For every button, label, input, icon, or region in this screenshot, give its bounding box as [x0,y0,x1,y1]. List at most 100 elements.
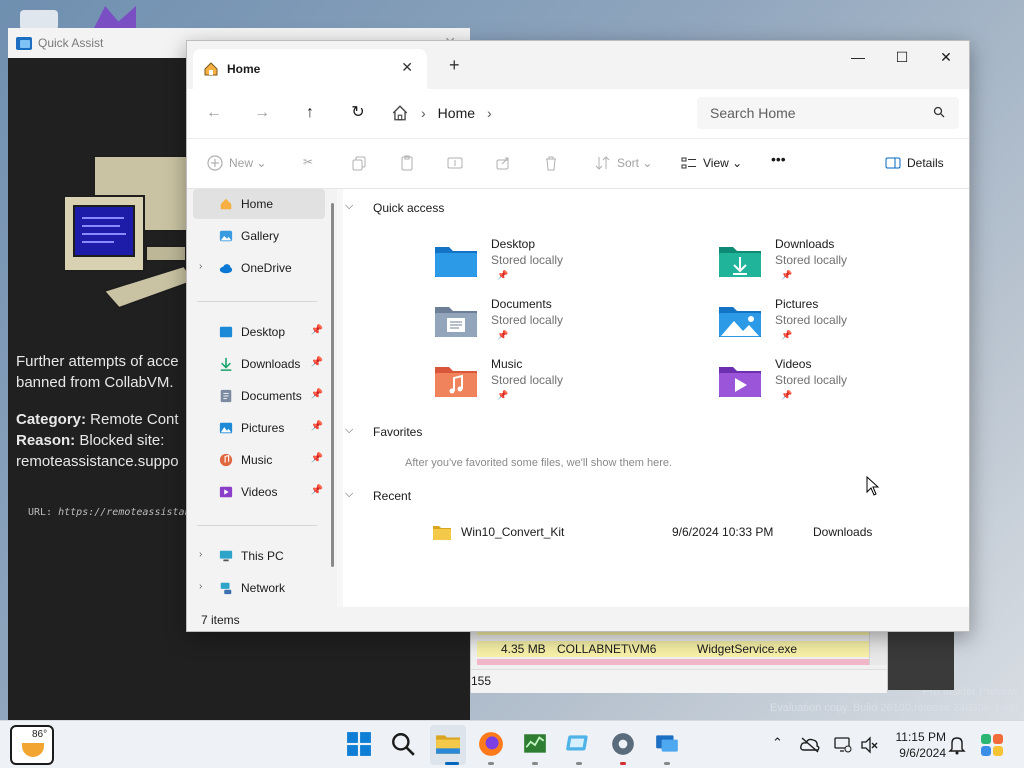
firefox-icon[interactable] [478,731,504,757]
pin-icon: 📌 [781,270,793,280]
blocked-site: remoteassistance.suppo [16,453,179,470]
process-size: 4.35 MB [501,642,546,656]
weather-widget[interactable]: 86° [10,725,54,765]
start-windows-icon[interactable] [346,731,372,757]
clock-time: 11:15 PM [895,730,946,744]
chevron-right-icon[interactable]: › [199,549,202,560]
folder-documents[interactable]: Documents Stored locally 📌 [435,297,675,349]
sidebar-label: Gallery [241,229,280,243]
pin-icon[interactable]: 📌 [311,453,323,464]
pin-icon[interactable]: 📌 [311,485,323,496]
search-icon[interactable] [390,731,416,757]
clock-date: 9/6/2024 [899,746,946,760]
details-button[interactable]: Details [885,155,944,171]
volume-muted-icon[interactable] [860,736,878,754]
picture-icon [219,422,233,434]
delete-button[interactable] [543,155,565,171]
folder-music[interactable]: Music Stored locally 📌 [435,357,675,409]
pin-icon[interactable]: 📌 [311,421,323,432]
close-tab-icon[interactable]: ✕ [401,59,413,76]
new-button[interactable]: New ⌄ [207,155,266,171]
rename-button[interactable] [447,155,469,171]
blocked-url: URL: https://remoteassistanc [28,507,193,518]
search-input[interactable]: Search Home [697,97,959,129]
section-title: Quick access [373,201,445,215]
chevron-down-icon[interactable]: ⌵ [345,488,353,501]
folder-status: Stored locally [775,313,848,327]
background-window[interactable] [888,632,954,690]
scrollbar[interactable] [331,203,334,567]
section-favorites[interactable]: ⌵ Favorites [345,424,422,439]
sidebar-item-network[interactable]: › Network [193,573,325,603]
network-icon [220,582,232,595]
sidebar-item-music[interactable]: Music 📌 [193,445,325,475]
minimize-icon[interactable]: — [835,47,881,71]
close-window-icon[interactable]: ✕ [923,47,969,71]
category-line: Category: Remote Cont [16,409,191,430]
system-clock[interactable]: 11:15 PM 9/6/2024 [882,729,946,761]
cut-button[interactable]: ✂ [303,155,313,169]
chevron-right-icon[interactable]: › [487,105,492,121]
sort-button[interactable]: Sort ⌄ [595,155,652,171]
file-explorer-icon[interactable] [435,731,461,757]
section-quick-access[interactable]: ⌵ Quick access [345,200,445,215]
process-user: COLLABNET\VM6 [557,642,657,656]
music-icon [219,453,233,467]
folder-videos[interactable]: Videos Stored locally 📌 [719,357,959,409]
sidebar-item-videos[interactable]: Videos 📌 [193,477,325,507]
command-bar: New ⌄ ✂ Sort ⌄ View ⌄ ••• Details [187,139,969,189]
status-bar: 7 items [187,607,969,631]
copy-button[interactable] [351,155,373,171]
sidebar-item-gallery[interactable]: Gallery [193,221,325,251]
task-manager-icon[interactable] [522,731,548,757]
pin-icon[interactable]: 📌 [311,357,323,368]
file-explorer-window[interactable]: Home ✕ + — ☐ ✕ ← → ↑ ↻ › Home › Search H… [186,40,970,632]
sidebar-item-desktop[interactable]: Desktop 📌 [193,317,325,347]
pin-icon[interactable]: 📌 [311,389,323,400]
view-button[interactable]: View ⌄ [681,155,742,171]
breadcrumb[interactable]: › Home › [391,97,691,129]
chevron-down-icon[interactable]: ⌵ [345,200,353,213]
network-status-icon[interactable] [834,736,852,754]
paste-button[interactable] [399,155,421,171]
chevron-right-icon[interactable]: › [199,261,202,272]
forward-arrow-icon[interactable]: → [251,103,273,125]
refresh-icon[interactable]: ↻ [347,103,369,125]
settings-gear-icon[interactable] [610,731,636,757]
notification-bell-icon[interactable] [948,735,966,755]
up-arrow-icon[interactable]: ↑ [299,103,321,125]
back-arrow-icon[interactable]: ← [203,103,225,125]
sidebar-item-this-pc[interactable]: › This PC [193,541,325,571]
list-item[interactable]: Win10_Convert_Kit 9/6/2024 10:33 PM Down… [433,525,933,543]
tab-home[interactable]: Home ✕ [193,49,427,89]
new-tab-button[interactable]: + [449,55,460,76]
folder-downloads[interactable]: Downloads Stored locally 📌 [719,237,959,289]
maximize-icon[interactable]: ☐ [879,47,925,71]
folder-desktop[interactable]: Desktop Stored locally 📌 [435,237,675,289]
chevron-down-icon[interactable]: ⌵ [345,424,353,437]
section-recent[interactable]: ⌵ Recent [345,488,411,503]
sidebar-item-downloads[interactable]: Downloads 📌 [193,349,325,379]
quick-assist-icon[interactable] [654,731,680,757]
search-icon[interactable] [933,106,945,118]
breadcrumb-home[interactable]: Home [438,105,475,121]
sidebar-item-pictures[interactable]: Pictures 📌 [193,413,325,443]
chevron-up-icon[interactable]: ⌃ [772,735,783,751]
desktop-shortcut-icon[interactable] [20,10,58,30]
sidebar-item-onedrive[interactable]: › OneDrive [193,253,325,283]
folder-status: Stored locally [775,253,848,267]
table-row[interactable]: 4.35 MB COLLABNET\VM6 WidgetService.exe [477,641,869,657]
cloud-offline-icon[interactable] [800,736,820,754]
table-row[interactable] [477,659,869,665]
share-button[interactable] [495,155,517,171]
sidebar-item-home[interactable]: Home [193,189,325,219]
more-options-icon[interactable]: ••• [771,151,786,167]
sidebar-item-documents[interactable]: Documents 📌 [193,381,325,411]
chevron-down-icon: ⌄ [732,156,743,170]
chevron-right-icon[interactable]: › [199,581,202,592]
active-indicator [445,762,459,765]
folder-pictures[interactable]: Pictures Stored locally 📌 [719,297,959,349]
pin-icon[interactable]: 📌 [311,325,323,336]
copilot-pre-icon[interactable] [980,733,1004,757]
remote-desktop-icon[interactable] [566,731,592,757]
